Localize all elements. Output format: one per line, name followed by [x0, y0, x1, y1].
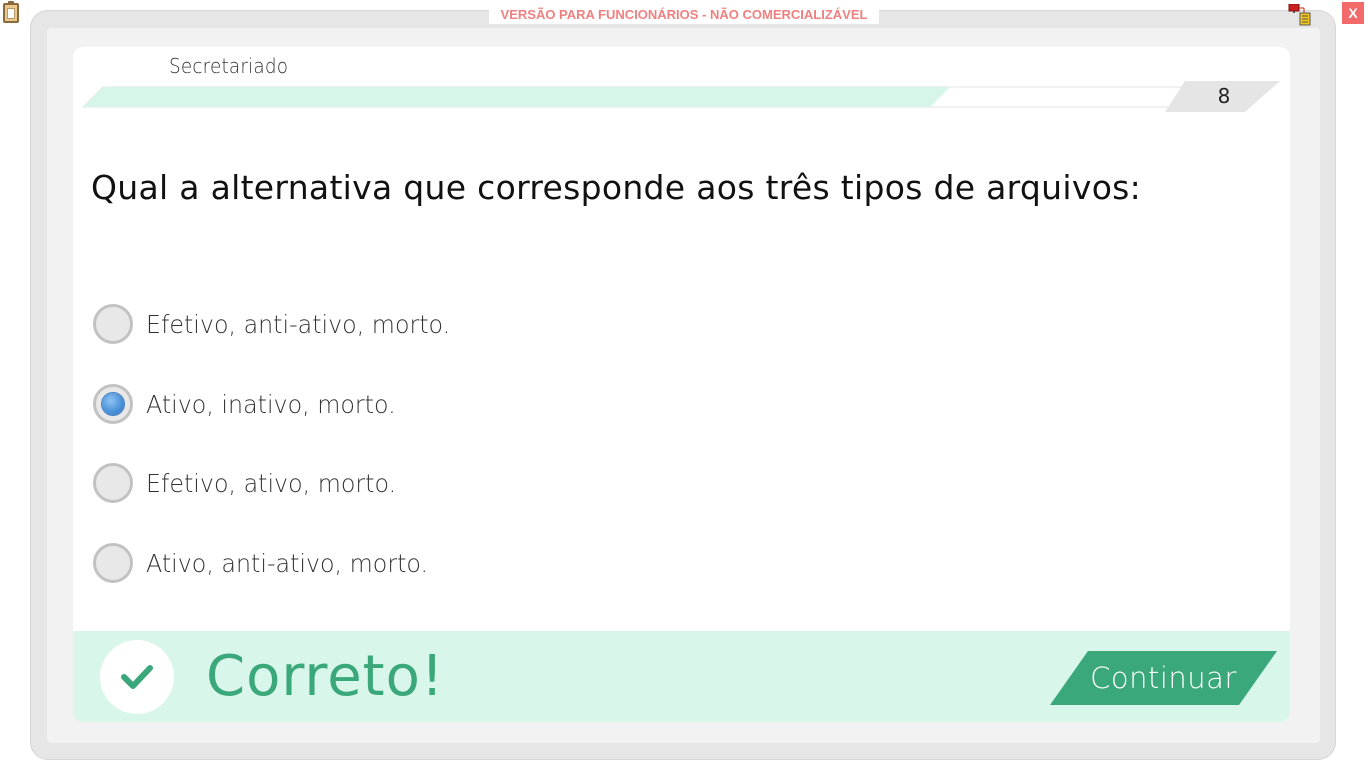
result-status-text: Correto! — [206, 644, 445, 709]
close-button[interactable]: X — [1342, 2, 1364, 24]
continue-button-label: Continuar — [1090, 661, 1237, 695]
question-card: Secretariado 8 Qual a alternativa que co… — [73, 47, 1290, 722]
radio-button-selected[interactable] — [93, 384, 133, 424]
check-badge — [100, 640, 174, 714]
checkmark-icon — [121, 665, 153, 689]
progress-bar — [81, 81, 1280, 112]
network-status-icon — [1288, 3, 1312, 26]
radio-button[interactable] — [93, 304, 133, 344]
question-text: Qual a alternativa que corresponde aos t… — [91, 168, 1142, 207]
progress-fill — [83, 87, 951, 107]
option-label: Ativo, inativo, morto. — [146, 389, 396, 419]
option-label: Efetivo, ativo, morto. — [146, 468, 397, 498]
option-label: Efetivo, anti-ativo, morto. — [146, 309, 451, 339]
option-2[interactable]: Ativo, inativo, morto. — [93, 381, 409, 427]
radio-button[interactable] — [93, 543, 133, 583]
option-4[interactable]: Ativo, anti-ativo, morto. — [93, 540, 443, 586]
clipboard-icon[interactable] — [3, 1, 19, 23]
option-3[interactable]: Efetivo, ativo, morto. — [93, 460, 409, 506]
option-label: Ativo, anti-ativo, morto. — [146, 548, 429, 578]
question-number: 8 — [1217, 84, 1231, 108]
option-1[interactable]: Efetivo, anti-ativo, morto. — [93, 301, 466, 347]
radio-button[interactable] — [93, 463, 133, 503]
feedback-bar: Correto! Continuar — [73, 631, 1290, 722]
continue-button[interactable]: Continuar — [1050, 651, 1277, 705]
subject-title: Secretariado — [169, 54, 289, 78]
watermark-banner: VERSÃO PARA FUNCIONÁRIOS - NÃO COMERCIAL… — [489, 6, 879, 24]
